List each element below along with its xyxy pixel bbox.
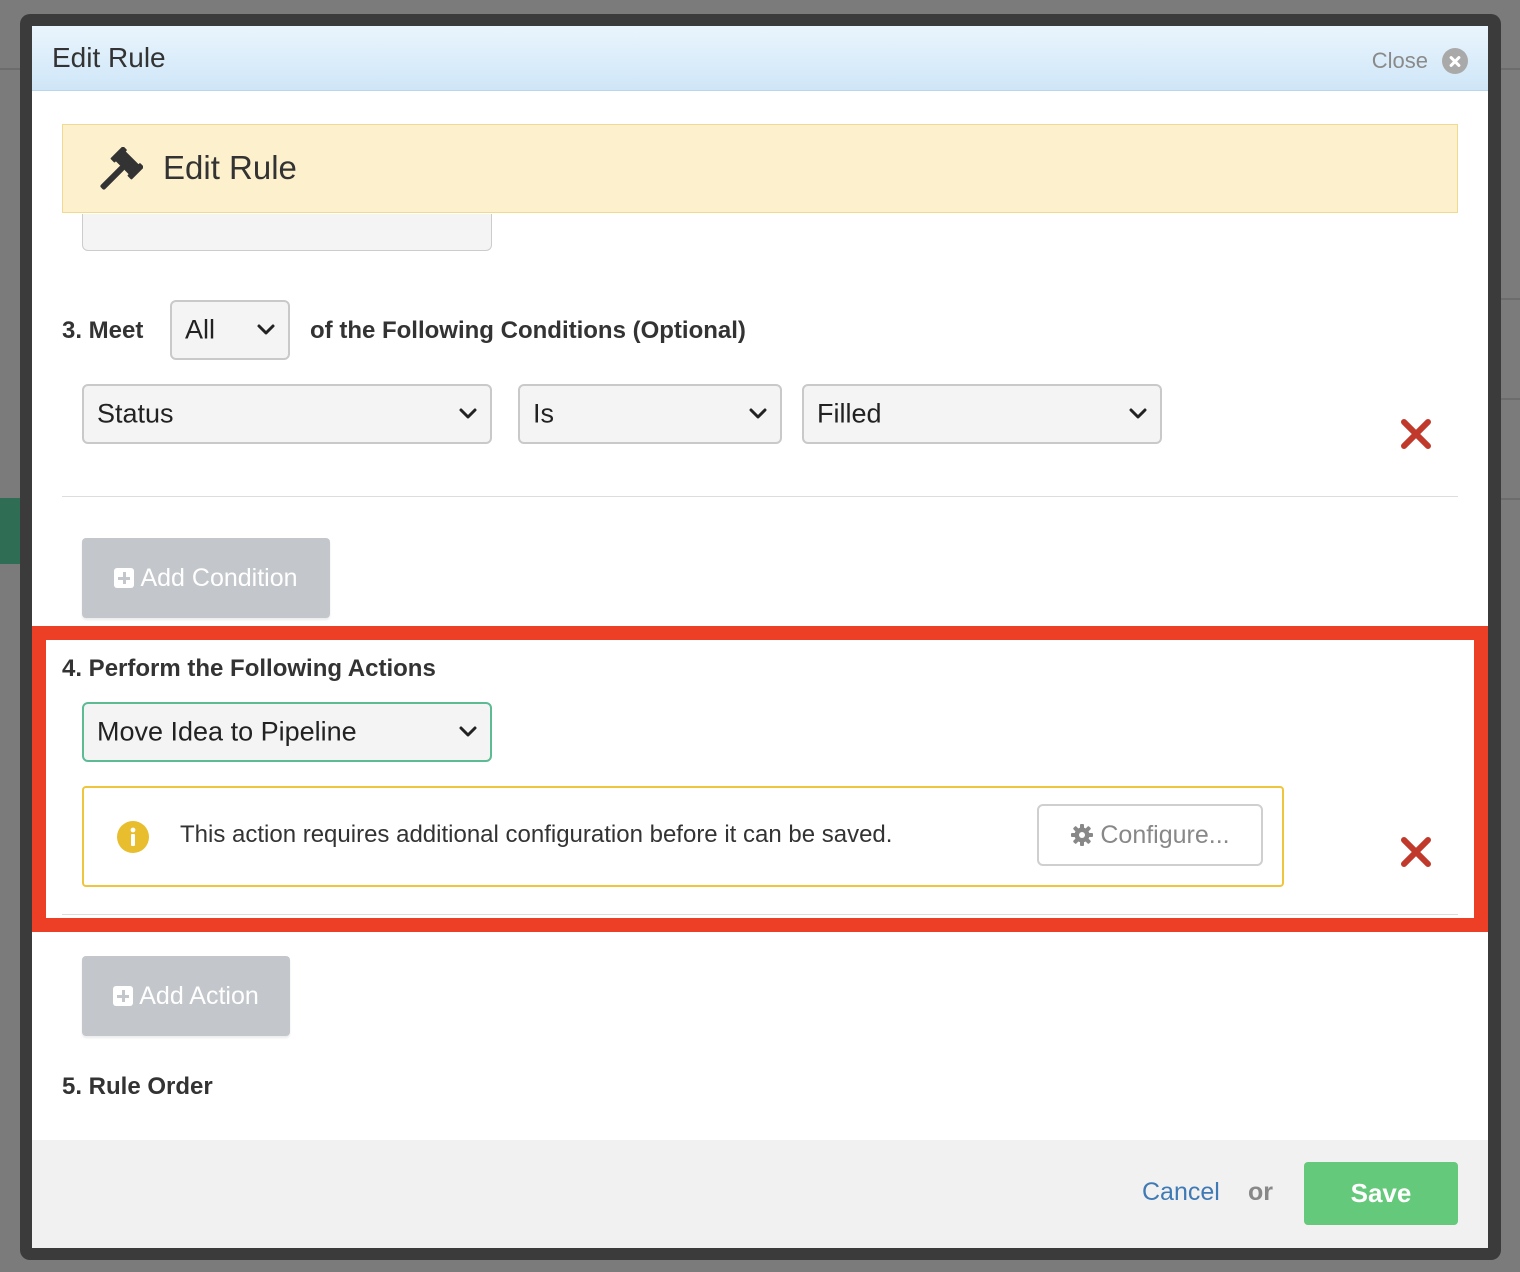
add-action-button[interactable]: Add Action	[82, 956, 290, 1036]
action-type-select[interactable]: Move Idea to Pipeline	[82, 702, 492, 762]
conditions-label-suffix: of the Following Conditions (Optional)	[310, 317, 746, 344]
close-label: Close	[1371, 48, 1428, 73]
plus-icon	[114, 568, 135, 588]
action-type-value: Move Idea to Pipeline	[97, 716, 357, 747]
chevron-down-icon	[749, 408, 767, 419]
actions-label: 4. Perform the Following Actions	[62, 655, 436, 682]
dialog-footer: Cancel or Save	[32, 1140, 1488, 1248]
condition-value-select[interactable]: Filled	[802, 384, 1162, 444]
divider	[62, 914, 1458, 915]
clipped-select[interactable]	[82, 214, 492, 251]
configure-button[interactable]: Configure...	[1037, 804, 1263, 866]
chevron-down-icon	[1129, 408, 1147, 419]
configuration-notice: This action requires additional configur…	[82, 786, 1284, 887]
dialog-title: Edit Rule	[52, 42, 166, 73]
rule-order-label: 5. Rule Order	[62, 1073, 213, 1100]
gear-icon	[1071, 824, 1094, 846]
conditions-label-prefix: 3. Meet	[62, 317, 144, 344]
banner-title: Edit Rule	[163, 149, 297, 186]
condition-field-value: Status	[97, 398, 174, 429]
divider	[62, 496, 1458, 497]
close-icon	[1442, 48, 1468, 74]
configure-label: Configure...	[1100, 820, 1230, 849]
add-action-label: Add Action	[139, 981, 259, 1010]
dialog-header: Edit Rule Close	[32, 26, 1488, 91]
match-type-select[interactable]: All	[170, 300, 290, 360]
edit-rule-dialog: Edit Rule Close Edit Rule 3. Meet All of…	[32, 26, 1488, 1248]
notice-text: This action requires additional configur…	[180, 821, 893, 848]
plus-icon	[113, 986, 134, 1006]
info-icon	[117, 821, 149, 853]
remove-action-icon[interactable]	[1399, 835, 1433, 869]
or-separator: or	[1248, 1178, 1273, 1206]
condition-operator-value: Is	[533, 398, 555, 429]
page-banner: Edit Rule	[62, 124, 1458, 213]
condition-operator-select[interactable]: Is	[518, 384, 782, 444]
add-condition-button[interactable]: Add Condition	[82, 538, 330, 618]
add-condition-label: Add Condition	[140, 563, 298, 592]
cancel-link[interactable]: Cancel	[1142, 1178, 1220, 1207]
chevron-down-icon	[459, 408, 477, 419]
chevron-down-icon	[459, 726, 477, 737]
condition-field-select[interactable]: Status	[82, 384, 492, 444]
chevron-down-icon	[257, 324, 275, 335]
gavel-icon	[100, 147, 143, 190]
save-label: Save	[1350, 1178, 1412, 1208]
condition-value-value: Filled	[817, 398, 882, 429]
close-button[interactable]: Close	[1372, 46, 1468, 76]
remove-condition-icon[interactable]	[1399, 417, 1433, 451]
save-button[interactable]: Save	[1304, 1162, 1458, 1225]
match-type-value: All	[185, 314, 216, 345]
